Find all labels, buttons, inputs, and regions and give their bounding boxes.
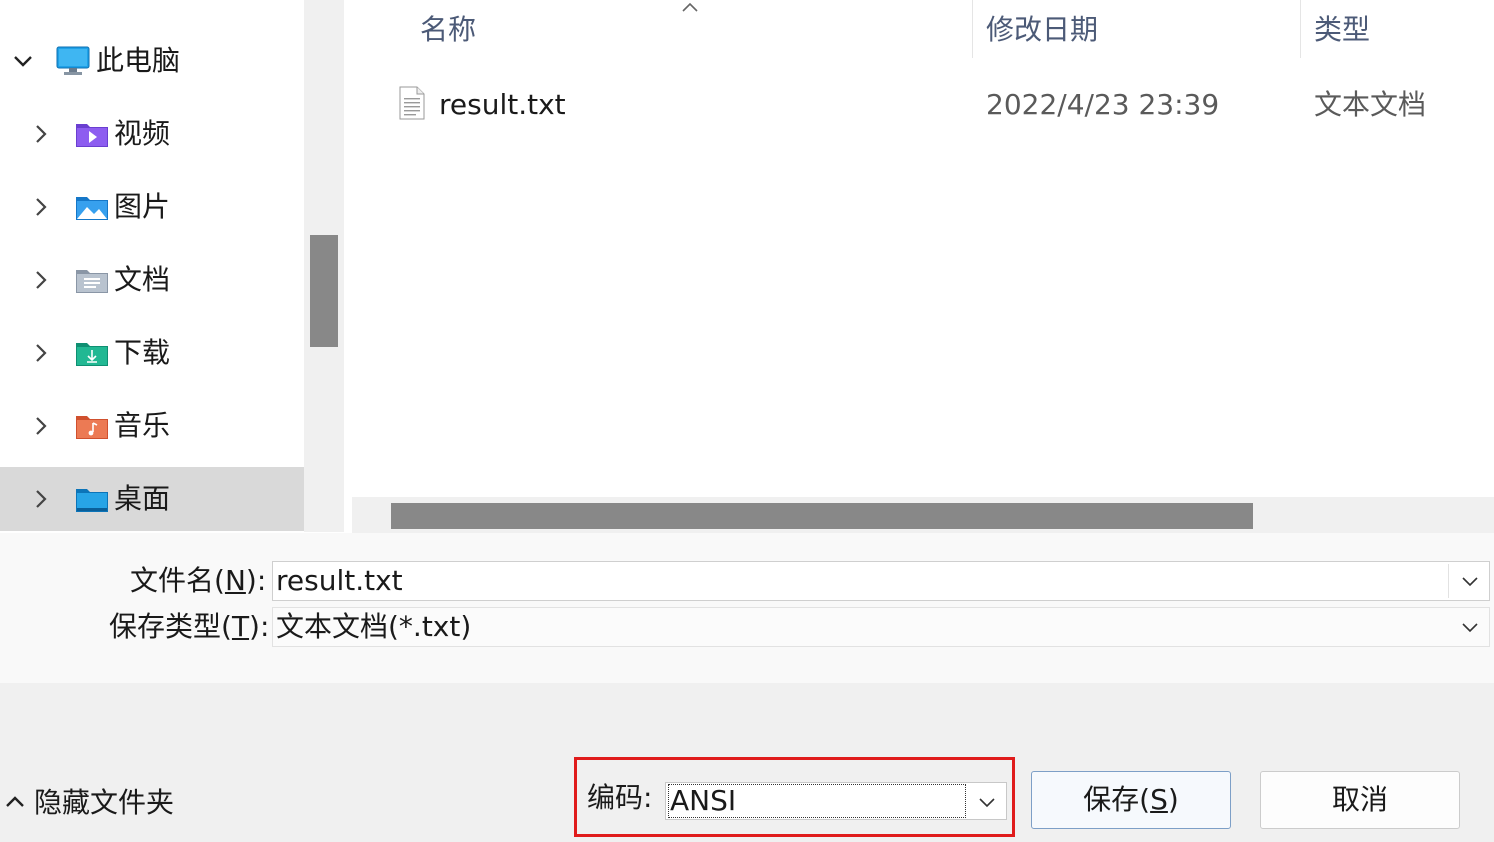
cancel-button[interactable]: 取消: [1260, 771, 1460, 829]
video-folder-icon: [76, 124, 108, 147]
hide-folders-toggle[interactable]: 隐藏文件夹: [0, 783, 180, 823]
chevron-right-icon[interactable]: [28, 121, 54, 147]
filename-input[interactable]: result.txt: [276, 562, 403, 600]
column-header-modified[interactable]: 修改日期: [986, 10, 1098, 50]
nav-item-documents[interactable]: 文档: [0, 248, 304, 312]
nav-label: 桌面: [114, 482, 171, 515]
chevron-right-icon[interactable]: [28, 413, 54, 439]
column-header-name[interactable]: 名称: [420, 10, 476, 50]
pictures-folder-icon: [76, 197, 108, 220]
nav-label: 文档: [114, 263, 171, 296]
chevron-right-icon[interactable]: [28, 340, 54, 366]
file-type: 文本文档: [1314, 88, 1427, 121]
nav-item-desktop[interactable]: 桌面: [0, 467, 304, 531]
filetype-select[interactable]: 文本文档(*.txt): [272, 607, 1490, 647]
encoding-highlight: 编码: ANSI: [574, 757, 1015, 837]
downloads-folder-icon: [76, 343, 108, 366]
nav-item-videos[interactable]: 视频: [0, 102, 304, 166]
monitor-icon: [56, 46, 90, 75]
column-divider[interactable]: [972, 0, 973, 58]
filename-combobox[interactable]: result.txt: [272, 561, 1490, 601]
save-form: 文件名(N): result.txt 保存类型(T): 文本文档(*.txt): [0, 533, 1494, 683]
horizontal-scrollbar-thumb[interactable]: [391, 503, 1253, 529]
nav-item-pictures[interactable]: 图片: [0, 175, 304, 239]
encoding-value: ANSI: [668, 784, 966, 818]
file-list: 名称 修改日期 类型 result.txt 2022/4/23 23:39 文本…: [348, 0, 1494, 532]
nav-label: 下载: [114, 336, 171, 369]
sort-ascending-icon: [682, 2, 698, 12]
text-file-icon: [399, 86, 425, 120]
nav-label: 图片: [114, 190, 171, 223]
column-header-type[interactable]: 类型: [1314, 10, 1370, 50]
file-name: result.txt: [439, 88, 566, 121]
filetype-label: 保存类型(T):: [109, 610, 270, 643]
filetype-value: 文本文档(*.txt): [276, 610, 472, 643]
file-modified: 2022/4/23 23:39: [986, 88, 1220, 121]
column-divider[interactable]: [1300, 0, 1301, 58]
chevron-right-icon[interactable]: [28, 486, 54, 512]
hide-folders-label: 隐藏文件夹: [34, 786, 175, 819]
chevron-right-icon[interactable]: [28, 194, 54, 220]
chevron-down-icon[interactable]: [10, 48, 36, 74]
documents-folder-icon: [76, 270, 108, 293]
chevron-down-icon[interactable]: [1461, 573, 1479, 589]
music-folder-icon: [76, 416, 108, 439]
save-button[interactable]: 保存(S): [1031, 771, 1231, 829]
chevron-down-icon[interactable]: [1461, 619, 1479, 635]
navigation-pane: 此电脑 视频 图片 文档 下载 音乐 桌面: [0, 0, 304, 532]
desktop-folder-icon: [76, 489, 108, 512]
nav-item-music[interactable]: 音乐: [0, 394, 304, 458]
nav-item-this-pc[interactable]: 此电脑: [0, 29, 304, 93]
nav-label: 此电脑: [96, 44, 181, 77]
nav-label: 视频: [114, 117, 171, 150]
dialog-footer: 隐藏文件夹 编码: ANSI 保存(S) 取消: [0, 683, 1494, 842]
nav-label: 音乐: [114, 409, 171, 442]
nav-scrollbar-thumb[interactable]: [310, 235, 338, 347]
chevron-up-icon: [6, 796, 24, 807]
chevron-down-icon[interactable]: [978, 794, 996, 810]
encoding-label: 编码:: [587, 781, 653, 814]
nav-item-downloads[interactable]: 下载: [0, 321, 304, 385]
chevron-right-icon[interactable]: [28, 267, 54, 293]
file-row[interactable]: result.txt 2022/4/23 23:39 文本文档: [348, 72, 1494, 136]
filename-label: 文件名(N):: [130, 564, 267, 597]
combo-divider: [1448, 564, 1449, 598]
encoding-select[interactable]: ANSI: [665, 782, 1007, 820]
